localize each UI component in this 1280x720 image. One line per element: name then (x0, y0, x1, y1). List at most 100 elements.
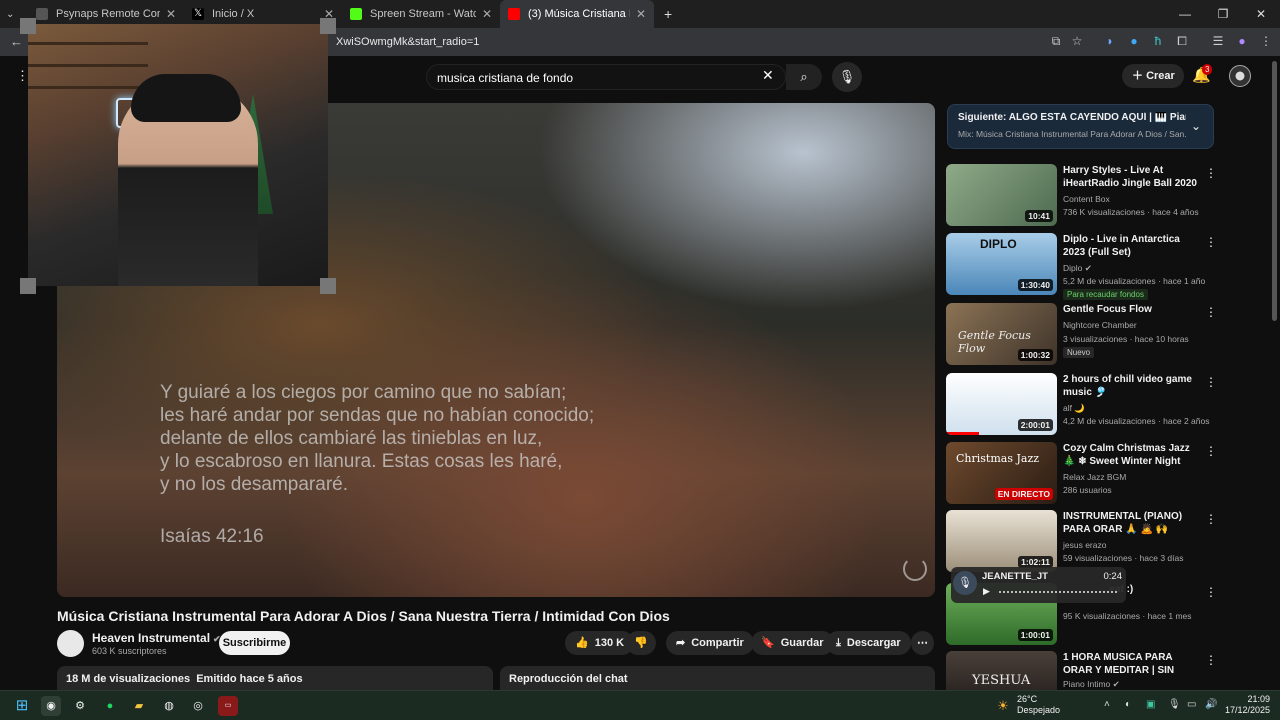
close-tab-icon[interactable]: ✕ (482, 7, 492, 21)
minimize-icon[interactable]: — (1166, 0, 1204, 28)
more-actions-button[interactable]: ⋯ (911, 631, 934, 655)
video-downloader-icon[interactable]: ◍ (159, 696, 179, 716)
create-button[interactable]: ＋ Crear (1122, 64, 1184, 88)
more-options-icon[interactable]: ⋮ (1205, 235, 1217, 249)
restore-icon[interactable]: ❐ (1204, 0, 1242, 28)
weather-temp: 26°C (1017, 694, 1038, 704)
video-thumbnail[interactable]: 2:00:01 (946, 373, 1057, 435)
url-field[interactable]: XwiSOwmgMk&start_radio=1 (336, 36, 479, 48)
kick-logo-icon (350, 8, 362, 20)
video-lyrics-overlay: Y guiaré a los ciegos por camino que no … (160, 382, 595, 495)
recommendation-title[interactable]: 1 HORA MUSICA PARA ORAR Y MEDITAR | SIN … (1063, 651, 1199, 677)
create-label: Crear (1146, 70, 1175, 82)
video-title: Música Cristiana Instrumental Para Adora… (57, 608, 670, 624)
close-tab-icon[interactable]: ✕ (166, 7, 176, 21)
recommendation-title[interactable]: Gentle Focus Flow (1063, 303, 1199, 316)
spotify-icon[interactable]: ● (100, 696, 120, 716)
recommendation-item[interactable]: 10:41 Harry Styles - Live At iHeartRadio… (946, 164, 1217, 230)
video-thumbnail[interactable]: Gentle Focus Flow 1:00:32 (946, 303, 1057, 365)
search-icon: ⌕ (800, 69, 808, 84)
page-scrollbar[interactable] (1272, 61, 1277, 321)
thumbnail-text: YESHUA (972, 673, 1031, 688)
back-icon[interactable]: ← (10, 34, 23, 49)
system-clock[interactable]: 21:09 17/12/2025 (1222, 694, 1270, 716)
profile-icon[interactable]: ● (1234, 34, 1250, 48)
app-icon[interactable]: ⚙ (70, 696, 90, 716)
share-button[interactable]: ➦ Compartir (666, 631, 754, 655)
cast-icon[interactable]: ⧉ (1048, 34, 1064, 49)
steam-icon[interactable]: ◎ (188, 696, 208, 716)
video-thumbnail[interactable]: Christmas Jazz EN DIRECTO (946, 442, 1057, 504)
recommendation-item[interactable]: YESHUA 1 HORA MUSICA PARA ORAR Y MEDITAR… (946, 651, 1216, 691)
tab-youtube[interactable]: (3) Música Cristiana Instrument ✕ (500, 0, 654, 28)
extension-icon[interactable]: ħ (1150, 34, 1166, 48)
up-next-panel[interactable]: Siguiente: ALGO ESTÁ CAYENDO AQUÍ | 🎹 Pi… (947, 104, 1214, 149)
close-tab-icon[interactable]: ✕ (636, 7, 646, 21)
chrome-icon[interactable]: ◉ (41, 696, 61, 716)
channel-avatar[interactable] (57, 630, 84, 657)
new-tab-button[interactable]: + (664, 6, 672, 22)
more-options-icon[interactable]: ⋮ (1205, 305, 1217, 319)
recommendation-views: 59 visualizaciones · hace 3 días (1063, 553, 1184, 563)
like-count: 130 K (594, 637, 625, 649)
app-icon[interactable]: ▭ (218, 696, 238, 716)
channel-name[interactable]: Heaven Instrumental ✔ (92, 631, 221, 645)
x-logo-icon: 𝕏 (192, 8, 204, 20)
browser-menu-icon[interactable]: ⋮ (1258, 34, 1274, 48)
voice-message-overlay[interactable]: 🎙 JEANETTE_JT 0:24 ▶ (951, 567, 1126, 603)
chevron-up-icon[interactable]: ˄ (1104, 699, 1110, 710)
network-icon[interactable]: ▭ (1187, 699, 1196, 710)
recommendation-title[interactable]: Harry Styles - Live At iHeartRadio Jingl… (1063, 164, 1199, 190)
file-explorer-icon[interactable]: ▰ (129, 696, 149, 716)
search-input[interactable]: musica cristiana de fondo (426, 64, 786, 90)
like-button[interactable]: 👍 130 K (565, 631, 635, 655)
subscribe-button[interactable]: Suscribirme (219, 631, 290, 655)
voice-search-button[interactable]: 🎙 (832, 62, 862, 92)
weather-widget[interactable]: 26°C Despejado (1017, 694, 1060, 716)
download-button[interactable]: ⤓ Descargar (826, 631, 911, 655)
account-avatar[interactable] (1229, 65, 1251, 87)
video-thumbnail[interactable]: YESHUA (946, 651, 1057, 691)
subscriber-count: 603 K suscriptores (92, 646, 167, 656)
voice-waveform[interactable] (999, 591, 1119, 593)
extension-icon[interactable]: ● (1126, 34, 1142, 48)
chat-replay-box[interactable]: Reproducción del chat (500, 666, 935, 690)
volume-icon[interactable]: 🔊 (1205, 699, 1217, 710)
recommendation-item[interactable]: 2:00:01 2 hours of chill video game musi… (946, 373, 1217, 439)
extension-icon[interactable]: ◗ (1102, 34, 1118, 48)
tray-icon[interactable]: ◐ (1125, 699, 1131, 710)
video-thumbnail[interactable]: 1:02:11 (946, 510, 1057, 572)
close-window-icon[interactable]: ✕ (1242, 0, 1280, 28)
microphone-icon[interactable]: 🎙 (1168, 699, 1181, 710)
play-icon[interactable]: ▶ (983, 586, 990, 597)
tray-icon[interactable]: ▣ (1146, 699, 1155, 710)
more-options-icon[interactable]: ⋮ (1205, 444, 1217, 458)
recommendation-title[interactable]: Diplo - Live in Antarctica 2023 (Full Se… (1063, 233, 1199, 259)
more-options-icon[interactable]: ⋮ (1205, 375, 1217, 389)
duration-badge: 1:30:40 (1017, 279, 1053, 291)
chevron-down-icon[interactable]: ⌄ (1191, 119, 1201, 133)
search-button[interactable]: ⌕ (786, 64, 822, 90)
clear-search-icon[interactable]: ✕ (762, 67, 774, 84)
dislike-button[interactable]: 👎 (626, 631, 656, 655)
more-options-icon[interactable]: ⋮ (1205, 653, 1216, 667)
video-thumbnail[interactable]: DIPLO 1:30:40 (946, 233, 1057, 295)
recommendation-title[interactable]: INSTRUMENTAL (PIANO) PARA ORAR 🙏 🙇 🙌 (1063, 510, 1199, 536)
video-description-box[interactable]: 18 M de visualizaciones Emitido hace 5 a… (57, 666, 493, 690)
recommendation-item[interactable]: DIPLO 1:30:40 Diplo - Live in Antarctica… (946, 233, 1217, 300)
recommendation-item[interactable]: Christmas Jazz EN DIRECTO Cozy Calm Chri… (946, 442, 1217, 508)
recommendation-title[interactable]: Cozy Calm Christmas Jazz 🎄 ❄ Sweet Winte… (1063, 442, 1199, 468)
more-options-icon[interactable]: ⋮ (1205, 512, 1217, 526)
recommendation-title[interactable]: 2 hours of chill video game music 🎐 (1063, 373, 1199, 399)
recommendation-item[interactable]: Gentle Focus Flow 1:00:32 Gentle Focus F… (946, 303, 1217, 369)
video-thumbnail[interactable]: 10:41 (946, 164, 1057, 226)
save-button[interactable]: 🔖 Guardar (751, 631, 834, 655)
windows-start-icon[interactable]: ⊞ (12, 696, 32, 716)
bookmark-star-icon[interactable]: ☆ (1069, 34, 1085, 48)
more-options-icon[interactable]: ⋮ (1205, 585, 1217, 599)
tab-spreen[interactable]: Spreen Stream - Watch Live on ✕ (342, 0, 500, 28)
extensions-puzzle-icon[interactable]: ⧠ (1174, 34, 1190, 49)
tab-groups-icon[interactable]: ☰ (1210, 34, 1226, 48)
more-options-icon[interactable]: ⋮ (1205, 166, 1217, 180)
up-next-title: Siguiente: ALGO ESTÁ CAYENDO AQUÍ | 🎹 Pi… (958, 112, 1186, 123)
